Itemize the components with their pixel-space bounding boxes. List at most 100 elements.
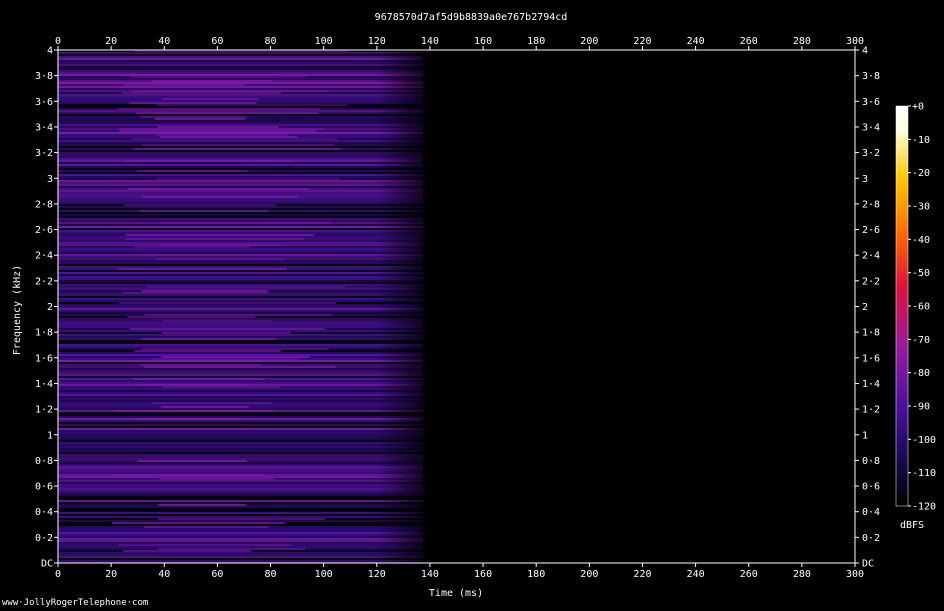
x-tick-label-top: 240 xyxy=(687,36,705,47)
colorbar-tick-label: -80 xyxy=(912,368,930,379)
colorbar-tick-label: -70 xyxy=(912,335,930,346)
x-tick-label-top: 40 xyxy=(158,36,170,47)
x-tick-label-bottom: 100 xyxy=(315,569,333,580)
y-tick-label-right: 1·2 xyxy=(862,405,880,416)
y-tick-label-left: 2·4 xyxy=(35,251,53,262)
y-tick-label-left: 0·8 xyxy=(35,456,53,467)
colorbar-tick-label: -20 xyxy=(912,168,930,179)
y-tick-label-left: DC xyxy=(41,559,53,570)
x-tick-label-top: 100 xyxy=(315,36,333,47)
spectrogram-chart: 9678570d7af5d9b8839a0e767b2794cd 0 20 40 60… xyxy=(12,12,936,599)
y-axis-right: DC 0·2 0·4 0·6 0·8 1 1·2 1·4 1·6 1·8 2 2·2 2·4 2·6 2·8… xyxy=(855,46,880,570)
y-tick-label-left: 0·2 xyxy=(35,533,53,544)
y-tick-label-right: 0·6 xyxy=(862,482,880,493)
y-tick-label-right: 3·8 xyxy=(862,71,880,82)
y-tick-label-left: 3·4 xyxy=(35,122,53,133)
x-tick-label-bottom: 120 xyxy=(368,569,386,580)
x-tick-label-bottom: 240 xyxy=(687,569,705,580)
y-tick-label-left: 0·4 xyxy=(35,507,53,518)
y-tick-label-right: 1 xyxy=(862,430,868,441)
y-tick-label-right: 1·8 xyxy=(862,328,880,339)
x-tick-label-bottom: 200 xyxy=(580,569,598,580)
x-tick-label-top: 140 xyxy=(421,36,439,47)
x-tick-label-top: 20 xyxy=(105,36,117,47)
x-tick-label-bottom: 60 xyxy=(211,569,223,580)
colorbar-tick-label: -90 xyxy=(912,402,930,413)
y-tick-label-right: 1·6 xyxy=(862,353,880,364)
colorbar-tick-label: -60 xyxy=(912,302,930,313)
x-tick-label-bottom: 40 xyxy=(158,569,170,580)
y-tick-label-right: 2·2 xyxy=(862,276,880,287)
colorbar-tick-label: -120 xyxy=(912,502,936,513)
x-tick-label-top: 180 xyxy=(527,36,545,47)
y-tick-label-left: 2 xyxy=(47,302,53,313)
x-tick-label-top: 200 xyxy=(580,36,598,47)
colorbar-tick-label: +0 xyxy=(912,102,924,113)
y-tick-label-right: DC xyxy=(862,559,874,570)
colorbar-tick-label: -10 xyxy=(912,135,930,146)
y-tick-label-right: 3·6 xyxy=(862,97,880,108)
y-tick-label-left: 0·6 xyxy=(35,482,53,493)
y-tick-label-left: 1·6 xyxy=(35,353,53,364)
x-tick-label-top: 160 xyxy=(474,36,492,47)
x-tick-label-bottom: 140 xyxy=(421,569,439,580)
time-fade-overlay xyxy=(58,50,855,563)
x-tick-label-bottom: 300 xyxy=(846,569,864,580)
y-tick-label-right: 0·4 xyxy=(862,507,880,518)
y-tick-label-left: 3 xyxy=(47,174,53,185)
y-tick-label-left: 3·6 xyxy=(35,97,53,108)
x-axis-label: Time (ms) xyxy=(429,588,483,599)
x-tick-label-bottom: 260 xyxy=(740,569,758,580)
colorbar-ticks: +0 -10 -20 -30 -40 -50 -60 -70 -80 -90 -100 -110 -12… xyxy=(908,102,936,513)
x-tick-label-bottom: 180 xyxy=(527,569,545,580)
x-tick-label-bottom: 280 xyxy=(793,569,811,580)
y-tick-label-left: 1·8 xyxy=(35,328,53,339)
colorbar-gradient xyxy=(895,105,909,507)
y-tick-label-right: 1·4 xyxy=(862,379,880,390)
colorbar-tick-label: -100 xyxy=(912,435,936,446)
x-axis-bottom: 0 20 40 60 80 100 120 140 160 180 200 220 240 260 280 3… xyxy=(55,563,864,580)
colorbar-tick-label: -30 xyxy=(912,202,930,213)
y-tick-label-right: 4 xyxy=(862,46,868,57)
x-tick-label-bottom: 220 xyxy=(633,569,651,580)
y-tick-label-left: 1 xyxy=(47,430,53,441)
x-tick-label-bottom: 160 xyxy=(474,569,492,580)
x-tick-label-top: 0 xyxy=(55,36,61,47)
y-tick-label-left: 4 xyxy=(47,46,53,57)
x-axis-top: 0 20 40 60 80 100 120 140 160 180 200 220 240 260 280 3… xyxy=(55,36,864,50)
y-tick-label-left: 2·2 xyxy=(35,276,53,287)
x-tick-label-top: 120 xyxy=(368,36,386,47)
x-tick-label-top: 280 xyxy=(793,36,811,47)
y-tick-label-left: 1·2 xyxy=(35,405,53,416)
y-tick-label-right: 2·8 xyxy=(862,199,880,210)
x-tick-label-top: 260 xyxy=(740,36,758,47)
x-tick-label-top: 60 xyxy=(211,36,223,47)
colorbar-tick-label: -50 xyxy=(912,268,930,279)
x-tick-label-top: 220 xyxy=(633,36,651,47)
y-tick-label-right: 0·8 xyxy=(862,456,880,467)
x-tick-label-top: 80 xyxy=(265,36,277,47)
plot-area xyxy=(58,50,855,563)
colorbar: +0 -10 -20 -30 -40 -50 -60 -70 -80 -90 -100 -110 -12… xyxy=(895,102,936,531)
chart-title: 9678570d7af5d9b8839a0e767b2794cd xyxy=(375,12,568,23)
x-tick-label-bottom: 80 xyxy=(265,569,277,580)
y-tick-label-right: 2·6 xyxy=(862,225,880,236)
y-tick-label-left: 3·2 xyxy=(35,148,53,159)
y-tick-label-right: 2 xyxy=(862,302,868,313)
y-axis-left: DC 0·2 0·4 0·6 0·8 1 1·2 1·4 1·6 1·8 2 2·2 2·4 2·6 2·8… xyxy=(35,46,58,570)
y-tick-label-right: 2·4 xyxy=(862,251,880,262)
x-tick-label-bottom: 0 xyxy=(55,569,61,580)
y-tick-label-left: 2·8 xyxy=(35,199,53,210)
y-tick-label-left: 3·8 xyxy=(35,71,53,82)
colorbar-tick-label: -40 xyxy=(912,235,930,246)
y-tick-label-left: 2·6 xyxy=(35,225,53,236)
watermark-text: www·JollyRogerTelephone·com xyxy=(2,598,149,608)
colorbar-label: dBFS xyxy=(900,520,924,531)
y-tick-label-right: 3·2 xyxy=(862,148,880,159)
y-tick-label-right: 0·2 xyxy=(862,533,880,544)
y-axis-label: Frequency (kHz) xyxy=(12,265,23,355)
x-tick-label-bottom: 20 xyxy=(105,569,117,580)
y-tick-label-right: 3·4 xyxy=(862,122,880,133)
y-tick-label-right: 3 xyxy=(862,174,868,185)
colorbar-tick-label: -110 xyxy=(912,468,936,479)
